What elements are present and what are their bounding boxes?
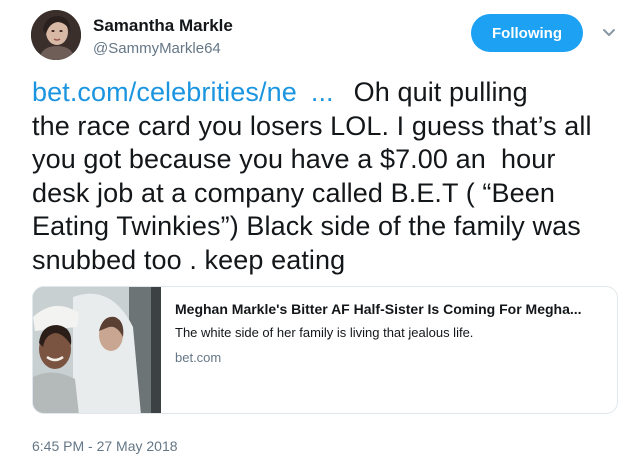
tweet-line-2: the race card you losers LOL. I guess th…	[32, 110, 592, 141]
tweet-line-5: Eating Twinkies”) Black side of the fami…	[32, 211, 581, 242]
tweet-line-3: you got because you have a $7.00 an hour	[32, 144, 556, 175]
tweet-text-segment: Oh quit pulling	[353, 77, 528, 107]
tweet-line-6: snubbed too . keep eating	[32, 244, 346, 275]
card-thumbnail[interactable]	[33, 287, 161, 413]
card-thumbnail-photo	[33, 287, 161, 413]
tweet-header: Samantha Markle @SammyMarkle64 Following	[28, 10, 618, 66]
tweet-link[interactable]: bet.com/celebrities/ne	[32, 77, 297, 107]
card-title[interactable]: Meghan Markle's Bitter AF Half-Sister Is…	[175, 301, 605, 317]
following-button[interactable]: Following	[471, 14, 583, 52]
tweet-line-1: bet.com/celebrities/ne... Oh quit pulling	[32, 76, 622, 110]
user-handle[interactable]: @SammyMarkle64	[93, 40, 221, 57]
tweet-link-ellipsis[interactable]: ...	[311, 77, 334, 107]
card-description: The white side of her family is living t…	[175, 325, 474, 340]
tweet-line-4: desk job at a company called B.E.T ( “Be…	[32, 177, 555, 208]
card-domain: bet.com	[175, 350, 222, 365]
display-name[interactable]: Samantha Markle	[93, 16, 233, 36]
avatar-photo	[31, 10, 81, 60]
tweet-text: bet.com/celebrities/ne... Oh quit pulling…	[32, 76, 622, 278]
card-body: Meghan Markle's Bitter AF Half-Sister Is…	[175, 301, 605, 365]
avatar[interactable]	[31, 10, 81, 60]
link-preview-card[interactable]: Meghan Markle's Bitter AF Half-Sister Is…	[32, 286, 618, 414]
tweet-timestamp[interactable]: 6:45 PM - 27 May 2018	[32, 438, 178, 454]
chevron-down-icon[interactable]	[600, 24, 618, 42]
